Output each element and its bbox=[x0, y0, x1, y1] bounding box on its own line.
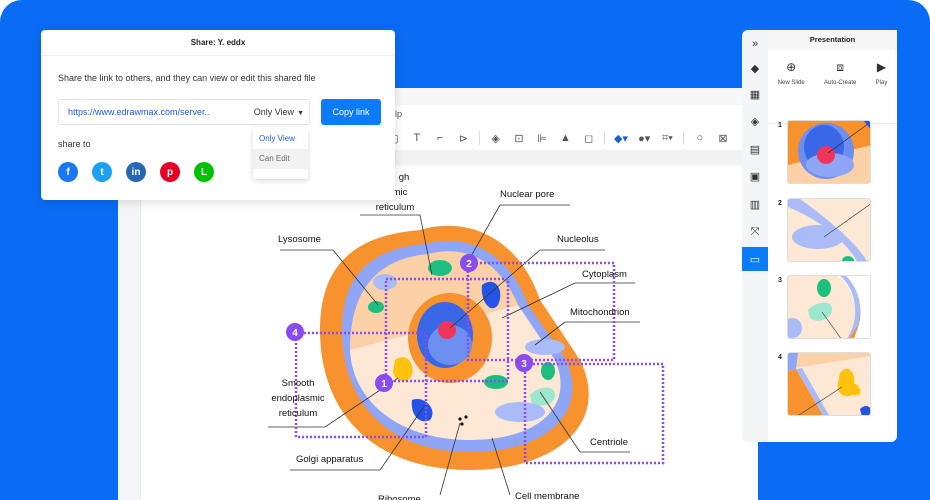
slide-thumbnail[interactable] bbox=[787, 120, 871, 184]
slide-number: 1 bbox=[778, 122, 782, 129]
pinterest-icon[interactable]: p bbox=[160, 162, 180, 182]
plus-circle-icon: ⊕ bbox=[786, 60, 797, 74]
slide-number: 3 bbox=[778, 277, 782, 284]
slide-item[interactable]: 3 bbox=[768, 275, 897, 341]
slide-number: 4 bbox=[778, 354, 782, 361]
line-icon[interactable]: L bbox=[194, 162, 214, 182]
auto-create-button[interactable]: ⧈ Auto-Create bbox=[824, 60, 856, 123]
label-golgi: Golgi apparatus bbox=[296, 454, 364, 465]
image-edit-icon[interactable]: ⊠ bbox=[711, 128, 734, 148]
label-cytoplasm: Cytoplasm bbox=[582, 269, 627, 280]
slide-item[interactable]: 4 bbox=[768, 352, 897, 418]
social-share-buttons: f t in p L bbox=[58, 162, 214, 182]
permission-dropdown: Only View Can Edit bbox=[253, 127, 308, 179]
slide-thumbnail[interactable] bbox=[787, 352, 871, 416]
play-button[interactable]: ▶ Play bbox=[876, 60, 888, 123]
slide-thumbnail[interactable] bbox=[787, 275, 871, 339]
page-icon[interactable]: ▤ bbox=[742, 137, 768, 161]
option-can-edit[interactable]: Can Edit bbox=[253, 149, 308, 169]
presentation-icon[interactable]: ▭ bbox=[742, 247, 768, 271]
slide-item[interactable]: 2 bbox=[768, 198, 897, 264]
side-rail: » ◆ ▦ ◈ ▤ ▣ ▥ ⤧ ▭ bbox=[742, 30, 768, 442]
slide-number: 2 bbox=[778, 200, 782, 207]
slide-item[interactable]: 1 bbox=[768, 120, 897, 186]
twitter-icon[interactable]: t bbox=[92, 162, 112, 182]
new-slide-button[interactable]: ⊕ New Slide bbox=[778, 60, 805, 123]
connector-tool-icon[interactable]: ⌐ bbox=[429, 128, 452, 148]
label-nuclear-pore: Nuclear pore bbox=[500, 189, 555, 200]
image-icon[interactable]: ▣ bbox=[742, 164, 768, 188]
label-ribosome: Ribosome bbox=[378, 494, 421, 500]
label-smooth-er: Smooth endoplasmic reticulum bbox=[271, 378, 325, 419]
text-tool-icon[interactable]: T bbox=[405, 128, 428, 148]
shadow-icon[interactable]: ●▾ bbox=[633, 128, 656, 148]
label-nucleolus: Nucleolus bbox=[557, 234, 599, 245]
connect-icon[interactable]: ⤧ bbox=[742, 220, 768, 244]
auto-create-icon: ⧈ bbox=[836, 60, 844, 74]
search-icon[interactable]: ○ bbox=[688, 128, 711, 148]
collapse-panel-icon[interactable]: » bbox=[742, 32, 768, 56]
permission-select[interactable]: Only View ▼ bbox=[254, 107, 304, 117]
align-icon[interactable]: ⊫ bbox=[531, 128, 554, 148]
group-icon[interactable]: ⊡ bbox=[507, 128, 530, 148]
label-cell-membrane: Cell membrane bbox=[515, 491, 580, 500]
crop-icon[interactable]: ⌗▾ bbox=[656, 128, 679, 148]
fill-color-icon[interactable]: ◆▾ bbox=[609, 128, 632, 148]
share-dialog: Share: Y. eddx Share the link to others,… bbox=[41, 30, 395, 200]
grid-icon[interactable]: ▦ bbox=[742, 82, 768, 106]
label-mitochondrion: Mitochondrion bbox=[570, 307, 630, 318]
option-only-view[interactable]: Only View bbox=[253, 129, 308, 149]
layers-icon[interactable]: ◈ bbox=[484, 128, 507, 148]
share-link-field[interactable]: https://www.edrawmax.com/server.. Only V… bbox=[58, 99, 310, 125]
share-to-label: share to bbox=[58, 139, 91, 149]
label-lysosome: Lysosome bbox=[278, 234, 321, 245]
share-dialog-title: Share: Y. eddx bbox=[41, 30, 395, 56]
layers-icon[interactable]: ◈ bbox=[742, 109, 768, 133]
caret-down-icon: ▼ bbox=[297, 110, 304, 117]
pointer-tool-icon[interactable]: ⊳ bbox=[452, 128, 475, 148]
facebook-icon[interactable]: f bbox=[58, 162, 78, 182]
slide-thumbnail[interactable] bbox=[787, 198, 871, 262]
presentation-title: Presentation bbox=[768, 30, 897, 50]
chart-icon[interactable]: ▥ bbox=[742, 192, 768, 216]
drawing-canvas[interactable] bbox=[140, 166, 758, 500]
flip-icon[interactable]: ▲ bbox=[554, 128, 577, 148]
presentation-panel: Presentation ⊕ New Slide ⧈ Auto-Create ▶… bbox=[768, 30, 897, 442]
play-icon: ▶ bbox=[876, 60, 887, 74]
frame-icon[interactable]: ◻ bbox=[577, 128, 600, 148]
share-link-url[interactable]: https://www.edrawmax.com/server.. bbox=[68, 107, 210, 117]
fill-bucket-icon[interactable]: ◆ bbox=[742, 56, 768, 80]
copy-link-button[interactable]: Copy link bbox=[321, 99, 381, 125]
label-centriole: Centriole bbox=[590, 437, 629, 448]
linkedin-icon[interactable]: in bbox=[126, 162, 146, 182]
share-description: Share the link to others, and they can v… bbox=[58, 73, 316, 83]
